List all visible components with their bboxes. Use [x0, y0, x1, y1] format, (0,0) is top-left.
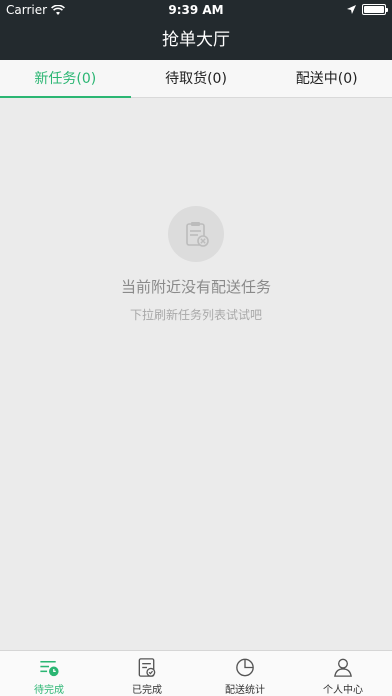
tabbar-item-completed[interactable]: 已完成 [98, 651, 196, 696]
empty-state-subtitle: 下拉刷新任务列表试试吧 [129, 308, 262, 322]
battery-icon [362, 4, 388, 15]
pending-list-icon [40, 660, 59, 677]
empty-state: 当前附近没有配送任务 下拉刷新任务列表试试吧 [0, 98, 392, 650]
pie-chart-icon [236, 658, 254, 677]
page-title: 抢单大厅 [162, 30, 230, 50]
tab-awaiting-pickup[interactable]: 待取货(0) [131, 60, 262, 97]
task-tabs: 新任务(0) 待取货(0) 配送中(0) [0, 60, 392, 98]
tabbar-label: 个人中心 [323, 685, 363, 696]
tabbar-item-profile[interactable]: 个人中心 [294, 651, 392, 696]
tabbar-item-pending[interactable]: 待完成 [0, 651, 98, 696]
location-arrow-icon [347, 5, 356, 14]
bottom-tab-bar: 待完成 已完成 配送统计 个人中心 [0, 650, 392, 696]
completed-check-icon [138, 658, 156, 677]
tabbar-item-delivery-stats[interactable]: 配送统计 [196, 651, 294, 696]
status-bar: Carrier 9:39 AM [0, 0, 392, 20]
tabbar-label: 已完成 [132, 685, 162, 696]
person-icon [334, 658, 352, 677]
tabbar-label: 配送统计 [225, 685, 265, 696]
clipboard-x-icon [168, 206, 224, 262]
status-right [347, 4, 388, 15]
tabbar-label: 待完成 [34, 685, 64, 696]
status-time: 9:39 AM [168, 3, 224, 17]
empty-state-title: 当前附近没有配送任务 [120, 278, 271, 296]
navigation-bar: 抢单大厅 [0, 20, 392, 60]
tab-new-tasks[interactable]: 新任务(0) [0, 60, 131, 98]
tab-delivering[interactable]: 配送中(0) [261, 60, 392, 97]
